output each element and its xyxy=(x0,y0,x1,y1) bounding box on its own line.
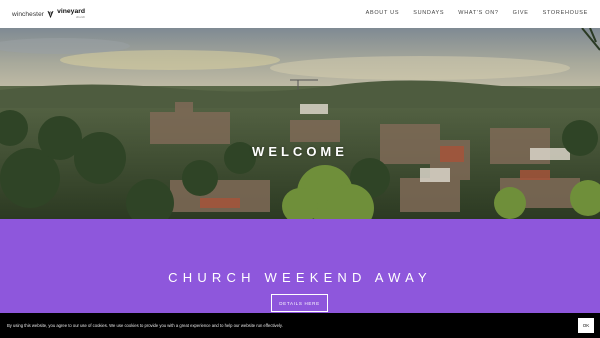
main-nav: ABOUT US SUNDAYS WHAT'S ON? GIVE STOREHO… xyxy=(366,10,588,16)
logo-sub-text: church xyxy=(76,15,86,20)
logo-city-text: winchester xyxy=(12,10,45,18)
cookie-banner: By using this website, you agree to our … xyxy=(0,313,600,338)
town-panorama-image xyxy=(0,28,600,219)
nav-storehouse[interactable]: STOREHOUSE xyxy=(543,10,588,16)
vine-icon xyxy=(47,10,54,18)
nav-about-us[interactable]: ABOUT US xyxy=(366,10,400,16)
site-header: winchester vineyard church ABOUT US SUND… xyxy=(0,0,600,28)
nav-sundays[interactable]: SUNDAYS xyxy=(413,10,444,16)
logo-brand: vineyard church xyxy=(57,8,86,20)
hero-title: WELCOME xyxy=(252,144,348,159)
hero-banner: WELCOME xyxy=(0,28,600,219)
nav-give[interactable]: GIVE xyxy=(513,10,529,16)
cookie-notice-text: By using this website, you agree to our … xyxy=(7,323,283,328)
cookie-ok-button[interactable]: OK xyxy=(578,318,594,333)
site-logo[interactable]: winchester vineyard church xyxy=(12,8,85,20)
promo-title: CHURCH WEEKEND AWAY xyxy=(168,270,432,285)
details-here-button[interactable]: DETAILS HERE xyxy=(271,294,328,312)
nav-whats-on[interactable]: WHAT'S ON? xyxy=(458,10,498,16)
